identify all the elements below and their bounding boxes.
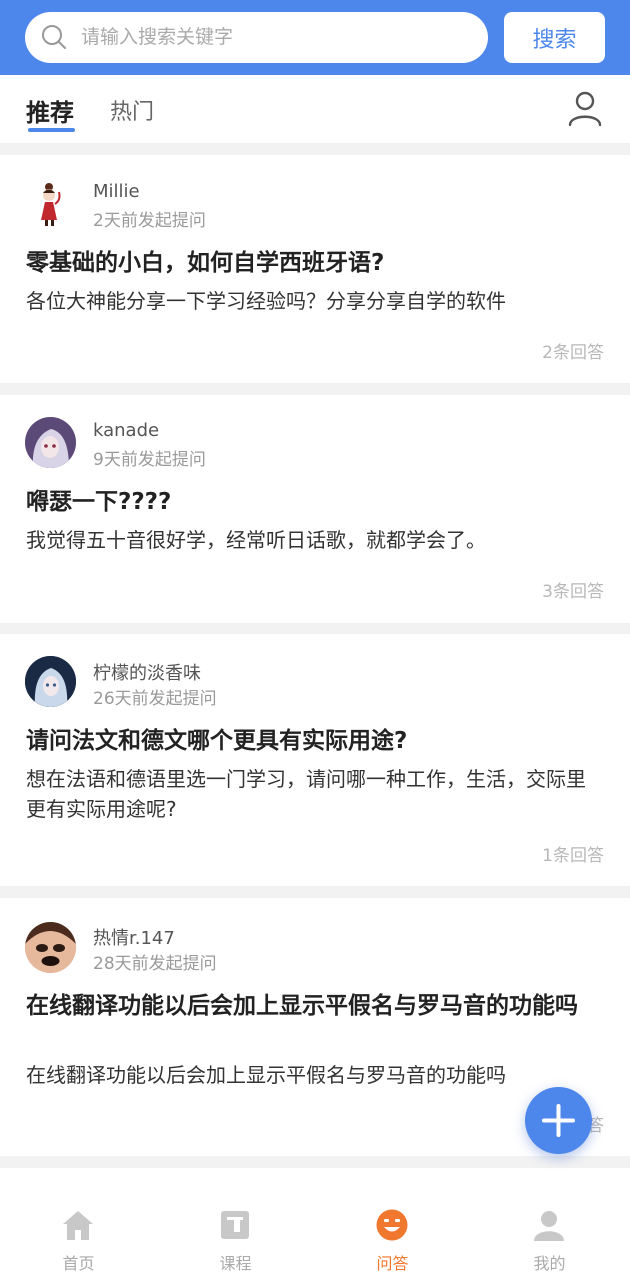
add-question-button[interactable]	[525, 1087, 592, 1154]
question-body: 想在法语和德语里选一门学习，请问哪一种工作，生活，交际里更有实际用途呢?	[26, 767, 586, 821]
question-card[interactable]: kanade 9天前发起提问 嘚瑟一下???? 我觉得五十音很好学，经常听日话歌…	[0, 395, 630, 623]
home-icon	[63, 1211, 93, 1240]
search-icon	[42, 25, 66, 49]
top-bar: 搜索	[0, 0, 630, 75]
course-icon	[221, 1211, 249, 1239]
search-input[interactable]	[81, 12, 471, 63]
question-body: 我觉得五十音很好学，经常听日话歌，就都学会了。	[26, 528, 486, 552]
username[interactable]: kanade	[93, 420, 159, 441]
question-title[interactable]: 零基础的小白，如何自学西班牙语?	[26, 248, 604, 279]
nav-course[interactable]: 课程	[157, 1180, 314, 1280]
active-tab-indicator	[28, 128, 75, 132]
answer-count[interactable]: 2条回答	[542, 338, 604, 363]
question-body: 在线翻译功能以后会加上显示平假名与罗马音的功能吗	[26, 1063, 506, 1087]
search-box[interactable]	[25, 12, 488, 63]
question-title[interactable]: 请问法文和德文哪个更具有实际用途?	[26, 726, 604, 757]
nav-qa[interactable]: 问答	[314, 1180, 471, 1280]
tab-recommended[interactable]: 推荐	[26, 93, 74, 128]
nav-label: 我的	[533, 1254, 566, 1273]
username[interactable]: 柠檬的淡香味	[93, 659, 201, 685]
question-body: 各位大神能分享一下学习经验吗？分享分享自学的软件	[26, 289, 506, 313]
avatar[interactable]	[25, 417, 76, 468]
user-icon	[534, 1211, 564, 1241]
post-time: 2天前发起提问	[93, 211, 206, 231]
avatar[interactable]	[25, 922, 76, 973]
post-time: 26天前发起提问	[93, 689, 217, 709]
username[interactable]: 热情r.147	[93, 924, 175, 950]
nav-label: 首页	[62, 1254, 95, 1273]
nav-label: 课程	[219, 1254, 252, 1273]
post-time: 9天前发起提问	[93, 450, 206, 470]
post-time: 28天前发起提问	[93, 954, 217, 974]
username[interactable]: Millie	[93, 181, 140, 202]
plus-icon	[542, 1104, 575, 1137]
nav-mine[interactable]: 我的	[471, 1180, 628, 1280]
nav-label: 问答	[376, 1254, 409, 1273]
tab-bar: 推荐 热门	[0, 75, 630, 143]
search-button[interactable]: 搜索	[504, 12, 605, 63]
tab-hot[interactable]: 热门	[110, 94, 154, 126]
avatar[interactable]	[25, 656, 76, 707]
question-title[interactable]: 嘚瑟一下????	[26, 487, 604, 518]
question-card[interactable]: Millie 2天前发起提问 零基础的小白，如何自学西班牙语? 各位大神能分享一…	[0, 155, 630, 383]
bottom-nav: 首页 课程 问答 我的	[0, 1180, 630, 1280]
answer-count[interactable]: 1条回答	[542, 841, 604, 866]
question-title[interactable]: 在线翻译功能以后会加上显示平假名与罗马音的功能吗	[26, 991, 604, 1022]
answer-count[interactable]: 3条回答	[542, 577, 604, 602]
avatar[interactable]	[25, 178, 76, 229]
question-card[interactable]: 柠檬的淡香味 26天前发起提问 请问法文和德文哪个更具有实际用途? 想在法语和德…	[0, 634, 630, 886]
qa-icon	[376, 1209, 408, 1241]
profile-icon[interactable]	[566, 89, 604, 127]
nav-home[interactable]: 首页	[0, 1180, 157, 1280]
